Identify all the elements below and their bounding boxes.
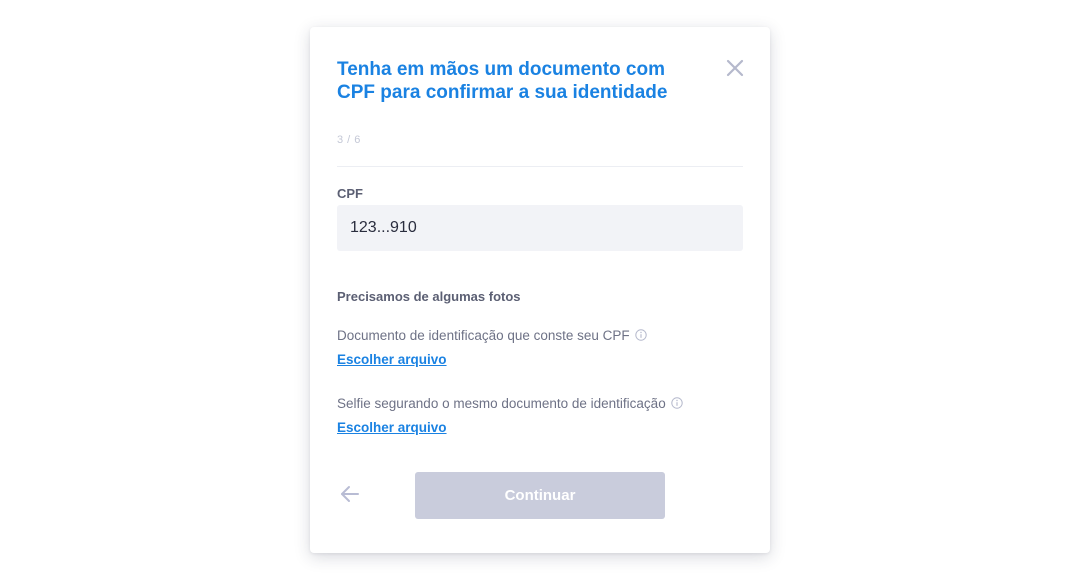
back-button[interactable] bbox=[338, 482, 362, 506]
info-icon[interactable] bbox=[671, 397, 683, 409]
choose-file-link-document[interactable]: Escolher arquivo bbox=[337, 352, 447, 367]
close-button[interactable] bbox=[722, 55, 748, 81]
identity-modal: Tenha em mãos um documento com CPF para … bbox=[310, 27, 770, 553]
modal-title: Tenha em mãos um documento com CPF para … bbox=[337, 59, 668, 103]
choose-file-link-selfie[interactable]: Escolher arquivo bbox=[337, 420, 447, 435]
selfie-document-label-text: Selfie segurando o mesmo documento de id… bbox=[337, 396, 666, 411]
id-document-label: Documento de identificação que conste se… bbox=[337, 328, 647, 343]
arrow-left-icon bbox=[338, 482, 362, 506]
divider bbox=[337, 166, 743, 167]
cpf-input[interactable] bbox=[337, 205, 743, 251]
continue-button[interactable]: Continuar bbox=[415, 472, 665, 519]
selfie-document-label: Selfie segurando o mesmo documento de id… bbox=[337, 396, 683, 411]
close-icon bbox=[722, 55, 748, 81]
info-icon[interactable] bbox=[634, 329, 647, 341]
step-indicator: 3 / 6 bbox=[337, 134, 361, 146]
cpf-label: CPF bbox=[337, 186, 363, 201]
photos-heading: Precisamos de algumas fotos bbox=[337, 289, 521, 304]
id-document-label-text: Documento de identificação que conste se… bbox=[337, 328, 630, 343]
